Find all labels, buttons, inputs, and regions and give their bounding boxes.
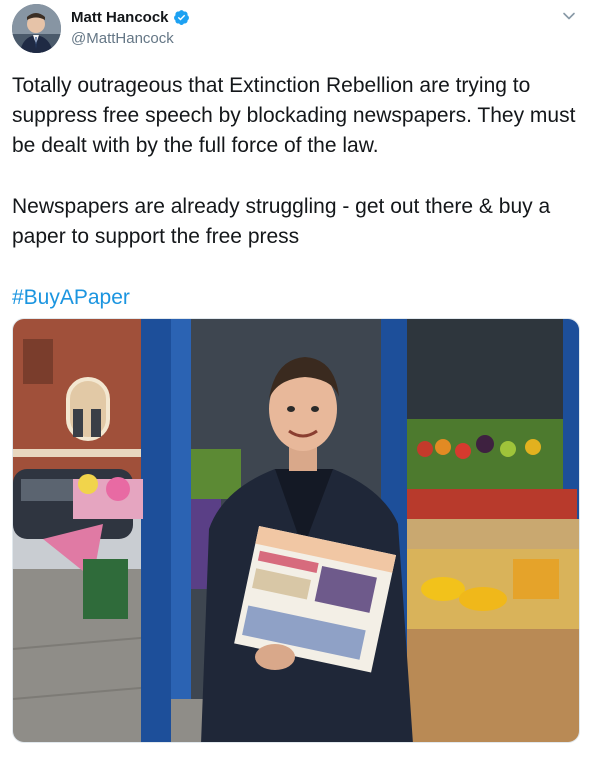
author-name-row: Matt Hancock <box>71 9 190 26</box>
hashtag-link[interactable]: #BuyAPaper <box>12 286 130 309</box>
avatar[interactable] <box>12 4 61 53</box>
tweet-photo[interactable] <box>12 318 580 743</box>
tweet-paragraph-2: Newspapers are already struggling - get … <box>12 195 551 248</box>
tweet-text: Totally outrageous that Extinction Rebel… <box>12 71 582 313</box>
verified-badge-icon <box>173 10 189 25</box>
display-name[interactable]: Matt Hancock <box>71 9 169 26</box>
avatar-image <box>12 4 61 53</box>
user-handle[interactable]: @MattHancock <box>71 30 174 47</box>
tweet-paragraph-1: Totally outrageous that Extinction Rebel… <box>12 74 576 157</box>
photo-illustration <box>13 319 579 742</box>
chevron-down-icon[interactable] <box>562 9 576 23</box>
